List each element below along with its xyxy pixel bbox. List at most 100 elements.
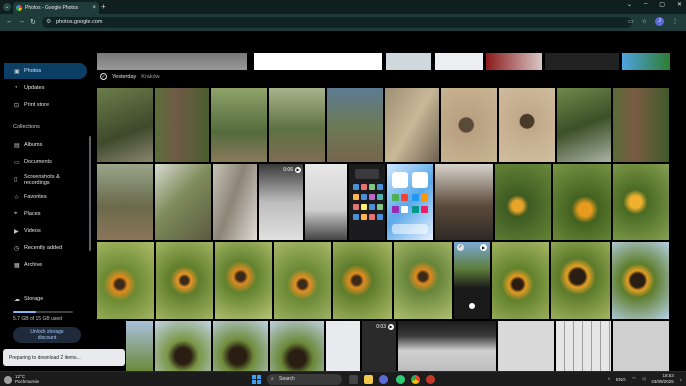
- photo-thumbnail[interactable]: [126, 321, 153, 371]
- photo-thumbnail[interactable]: [545, 53, 619, 70]
- close-window-button[interactable]: ✕: [677, 1, 682, 8]
- photo-thumbnail[interactable]: [557, 88, 611, 162]
- sidebar-item-screenshots[interactable]: ▯ Screenshots & recordings: [4, 171, 87, 189]
- sidebar-item-documents[interactable]: ▭ Documents: [4, 154, 87, 170]
- app-icon[interactable]: [379, 375, 388, 384]
- photo-thumbnail[interactable]: [270, 321, 324, 371]
- sidebar-item-recently-added[interactable]: ◷ Recently added: [4, 240, 87, 256]
- tab-close-icon[interactable]: ×: [92, 5, 96, 11]
- sidebar-item-photos[interactable]: ▣ Photos: [4, 63, 87, 79]
- site-info-icon[interactable]: ⚙: [46, 17, 51, 28]
- photo-thumbnail[interactable]: [495, 164, 551, 240]
- photo-thumbnail[interactable]: [155, 164, 211, 240]
- photo-thumbnail[interactable]: [398, 321, 496, 371]
- photo-thumbnail[interactable]: [553, 164, 611, 240]
- photo-thumbnail[interactable]: [155, 321, 211, 371]
- screenshot-thumbnail[interactable]: [387, 164, 433, 240]
- wifi-icon[interactable]: ◠: [632, 376, 636, 382]
- screenshot-thumbnail[interactable]: [326, 321, 360, 371]
- taskbar-search-input[interactable]: ⌕ Search: [267, 374, 342, 385]
- new-tab-button[interactable]: +: [101, 2, 106, 11]
- unlock-storage-discount-button[interactable]: Unlock storage discount: [13, 327, 81, 343]
- photo-thumbnail[interactable]: [613, 164, 669, 240]
- language-indicator[interactable]: ENG: [616, 377, 626, 382]
- sidebar-item-archive[interactable]: ▦ Archive: [4, 257, 87, 273]
- photo-thumbnail[interactable]: [435, 164, 493, 240]
- file-explorer-icon[interactable]: [364, 375, 373, 384]
- sidebar-item-storage[interactable]: ☁ Storage: [4, 291, 87, 307]
- select-day-checkbox[interactable]: ✓: [100, 73, 107, 80]
- photo-thumbnail[interactable]: [269, 88, 325, 162]
- photo-thumbnail[interactable]: [613, 88, 669, 162]
- address-bar[interactable]: ⚙ photos.google.com: [42, 17, 632, 28]
- photo-thumbnail[interactable]: [441, 88, 497, 162]
- photo-thumbnail[interactable]: [499, 88, 555, 162]
- cloud-icon: ☁: [14, 296, 20, 303]
- sidebar-item-favorites[interactable]: ☆ Favorites: [4, 189, 87, 205]
- photo-thumbnail[interactable]: [97, 88, 153, 162]
- sidebar-item-label: Updates: [24, 85, 45, 91]
- video-thumbnail-selected[interactable]: ✓ ▶: [454, 242, 490, 319]
- maximize-button[interactable]: ▢: [659, 1, 665, 8]
- photo-thumbnail[interactable]: [97, 164, 153, 240]
- screenshot-thumbnail[interactable]: [622, 53, 670, 70]
- photo-thumbnail[interactable]: [97, 53, 247, 70]
- download-toast: Preparing to download 2 items...: [3, 349, 125, 366]
- task-view-icon[interactable]: [349, 375, 358, 384]
- photo-thumbnail[interactable]: [254, 53, 382, 70]
- photo-thumbnail[interactable]: [498, 321, 554, 371]
- photo-thumbnail[interactable]: [97, 242, 154, 319]
- sidebar-item-print-store[interactable]: ⊡ Print store: [4, 97, 87, 113]
- video-thumbnail[interactable]: 0:03 ▶: [362, 321, 396, 371]
- photo-icon: ▣: [14, 68, 20, 75]
- photo-thumbnail[interactable]: [215, 242, 272, 319]
- cast-icon[interactable]: ▭: [628, 18, 634, 25]
- app-icon[interactable]: [426, 375, 435, 384]
- profile-avatar[interactable]: J: [655, 17, 664, 26]
- reload-icon[interactable]: ↻: [30, 18, 36, 26]
- photo-thumbnail[interactable]: [486, 53, 542, 70]
- photo-thumbnail[interactable]: [613, 321, 669, 371]
- tab-photos[interactable]: Photos - Google Photos ×: [13, 2, 99, 14]
- minimize-button[interactable]: –: [644, 1, 647, 8]
- photo-thumbnail[interactable]: [213, 164, 257, 240]
- sidebar-item-albums[interactable]: ▤ Albums: [4, 137, 87, 153]
- sidebar-item-videos[interactable]: ▶ Videos: [4, 223, 87, 239]
- clock[interactable]: 18:53 23/09/2025: [651, 373, 674, 385]
- volume-icon[interactable]: ◁: [642, 376, 645, 382]
- photo-thumbnail[interactable]: [492, 242, 549, 319]
- photo-thumbnail[interactable]: [213, 321, 268, 371]
- sidebar-item-places[interactable]: ⌖ Places: [4, 206, 87, 222]
- photo-thumbnail[interactable]: [556, 321, 611, 371]
- photo-thumbnail[interactable]: [274, 242, 331, 319]
- photo-thumbnail[interactable]: [156, 242, 213, 319]
- notification-bell-icon[interactable]: ♪: [680, 377, 682, 382]
- photo-thumbnail[interactable]: [305, 164, 347, 240]
- chevron-up-icon[interactable]: ^: [608, 377, 610, 382]
- weather-widget[interactable]: 12°C Pochmurnie: [4, 374, 39, 384]
- video-thumbnail[interactable]: 0:06 ▶: [259, 164, 303, 240]
- photo-thumbnail[interactable]: [333, 242, 392, 319]
- chrome-icon[interactable]: [411, 375, 420, 384]
- photo-thumbnail[interactable]: [155, 88, 209, 162]
- photo-thumbnail[interactable]: [394, 242, 452, 319]
- screenshot-thumbnail[interactable]: [435, 53, 483, 70]
- tab-list-icon[interactable]: ⌄: [627, 1, 632, 8]
- photo-thumbnail[interactable]: [612, 242, 669, 319]
- bookmark-star-icon[interactable]: ☆: [642, 18, 647, 25]
- photo-thumbnail[interactable]: [327, 88, 383, 162]
- windows-start-icon[interactable]: [252, 375, 261, 384]
- photo-thumbnail[interactable]: [385, 88, 439, 162]
- photo-thumbnail[interactable]: [211, 88, 267, 162]
- app-icon[interactable]: [396, 375, 405, 384]
- tab-search-icon[interactable]: ⌄: [3, 3, 11, 11]
- screenshot-thumbnail[interactable]: [349, 164, 385, 240]
- sidebar-item-updates[interactable]: ◔ Updates: [4, 80, 87, 96]
- sidebar-scrollbar[interactable]: [89, 136, 91, 251]
- screenshot-thumbnail[interactable]: [386, 53, 431, 70]
- back-icon[interactable]: ←: [6, 18, 13, 25]
- menu-icon[interactable]: ⋮: [672, 18, 678, 25]
- photo-thumbnail[interactable]: [551, 242, 610, 319]
- forward-icon[interactable]: →: [18, 18, 25, 25]
- selected-check-icon[interactable]: ✓: [457, 244, 464, 251]
